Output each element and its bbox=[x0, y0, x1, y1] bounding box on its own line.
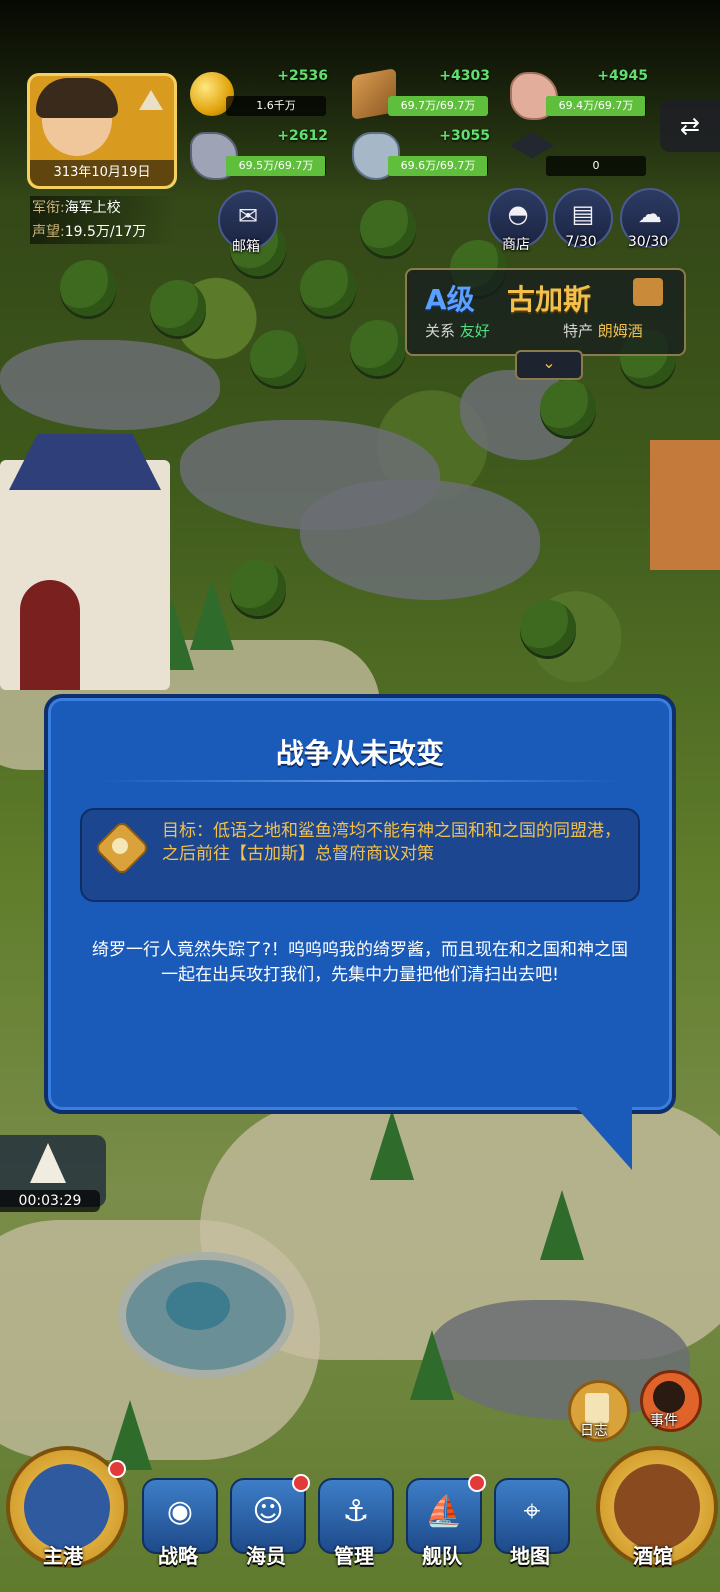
castle-icon bbox=[24, 1464, 110, 1550]
dialog-title: 战争从未改变 bbox=[275, 737, 444, 770]
chat-bubble-icon: ☁ bbox=[638, 200, 662, 228]
shop-label: 商店 bbox=[502, 237, 530, 253]
resource-gold[interactable]: +2536 1.6千万 bbox=[190, 68, 340, 118]
anchor-icon: ⚓ bbox=[342, 1494, 370, 1529]
city-relation: 关系 友好 bbox=[425, 322, 490, 340]
rum-barrel-icon bbox=[633, 278, 663, 306]
mail-label: 邮箱 bbox=[232, 239, 260, 255]
log-label: 日志 bbox=[580, 1423, 608, 1439]
ore-value: 69.6万/69.7万 bbox=[400, 159, 476, 172]
voyage-timer: 00:03:29 bbox=[0, 1190, 100, 1212]
game-date: 313年10月19日 bbox=[30, 160, 174, 186]
ore-gain: +3055 bbox=[439, 128, 490, 144]
governor-palace[interactable] bbox=[0, 434, 170, 690]
wood-gain: +4303 bbox=[439, 68, 490, 84]
fame-value: 19.5万/17万 bbox=[64, 224, 147, 240]
chevron-down-icon[interactable]: ⌄ bbox=[515, 350, 583, 380]
resource-meat[interactable]: +4945 69.4万/69.7万 bbox=[510, 68, 660, 120]
scholar-value: 0 bbox=[592, 159, 600, 172]
manage-label: 管理 bbox=[334, 1544, 374, 1568]
city-specialty: 特产 朗姆酒 bbox=[563, 322, 643, 340]
resource-ore[interactable]: +3055 69.6万/69.7万 bbox=[352, 128, 502, 180]
resource-wood[interactable]: +4303 69.7万/69.7万 bbox=[352, 68, 502, 120]
meat-value: 69.4万/69.7万 bbox=[558, 99, 634, 112]
globe-icon: ◉ bbox=[166, 1494, 194, 1529]
scroll-icon bbox=[585, 1393, 609, 1423]
medal-icon bbox=[98, 828, 142, 874]
quest-story-text: 绮罗一行人竟然失踪了?！呜呜呜我的绮罗酱，而且现在和之国和神之国一起在出兵攻打我… bbox=[91, 940, 629, 985]
crew-label: 海员 bbox=[246, 1544, 286, 1568]
city-grade: A级 bbox=[425, 283, 475, 316]
sailor-icon: ☺ bbox=[252, 1494, 284, 1529]
player-rank-info: 军衔:海军上校 声望:19.5万/17万 bbox=[30, 196, 177, 244]
strategy-label: 战略 bbox=[158, 1544, 198, 1568]
money-bag-icon: ◓ bbox=[507, 200, 529, 228]
event-label: 事件 bbox=[650, 1413, 678, 1429]
town-house bbox=[650, 440, 720, 570]
meat-gain: +4945 bbox=[597, 68, 648, 84]
resource-stone[interactable]: +2612 69.5万/69.7万 bbox=[190, 128, 340, 180]
stone-gain: +2612 bbox=[277, 128, 328, 144]
gold-gain: +2536 bbox=[277, 68, 328, 84]
resource-scholar[interactable]: 0 bbox=[510, 132, 660, 178]
book-icon: ▤ bbox=[571, 200, 595, 228]
home-port-label: 主港 bbox=[43, 1544, 83, 1568]
gold-value: 1.6千万 bbox=[256, 99, 296, 112]
wood-value: 69.7万/69.7万 bbox=[400, 99, 476, 112]
tavern-icon bbox=[614, 1464, 700, 1550]
quest-dialog[interactable]: 战争从未改变 目标：低语之地和鲨鱼湾均不能有神之国和和之国的同盟港，之后前往【古… bbox=[44, 694, 676, 1114]
quest-goal-box: 目标：低语之地和鲨鱼湾均不能有神之国和和之国的同盟港，之后前往【古加斯】总督府商… bbox=[80, 808, 640, 902]
rank-value: 海军上校 bbox=[64, 200, 121, 216]
swap-arrows-icon[interactable]: ⇄ bbox=[660, 100, 720, 152]
ship-icon bbox=[30, 1143, 66, 1183]
rank-up-icon bbox=[136, 84, 166, 114]
warship-icon: ⛵ bbox=[425, 1494, 463, 1529]
city-name: 古加斯 bbox=[507, 283, 592, 316]
fame-label: 声望: bbox=[32, 224, 65, 240]
fountain bbox=[118, 1252, 294, 1378]
map-label: 地图 bbox=[510, 1544, 550, 1568]
tavern-label: 酒馆 bbox=[633, 1544, 673, 1568]
city-info-panel[interactable]: A级 古加斯 关系 友好 特产 朗姆酒 bbox=[405, 268, 686, 356]
player-avatar[interactable]: 313年10月19日 bbox=[27, 73, 177, 189]
avatar-portrait bbox=[36, 78, 118, 156]
map-pin-icon: ⌖ bbox=[523, 1494, 541, 1529]
skull-icon bbox=[653, 1381, 685, 1413]
envelope-icon: ✉ bbox=[237, 202, 259, 230]
rank-label: 军衔: bbox=[32, 200, 65, 216]
chat-count: 30/30 bbox=[627, 234, 669, 250]
fleet-label: 舰队 bbox=[422, 1544, 462, 1568]
quest-goal-text: 目标：低语之地和鲨鱼湾均不能有神之国和和之国的同盟港，之后前往【古加斯】总督府商… bbox=[162, 821, 621, 864]
books-count: 7/30 bbox=[565, 234, 597, 250]
stone-value: 69.5万/69.7万 bbox=[238, 159, 314, 172]
